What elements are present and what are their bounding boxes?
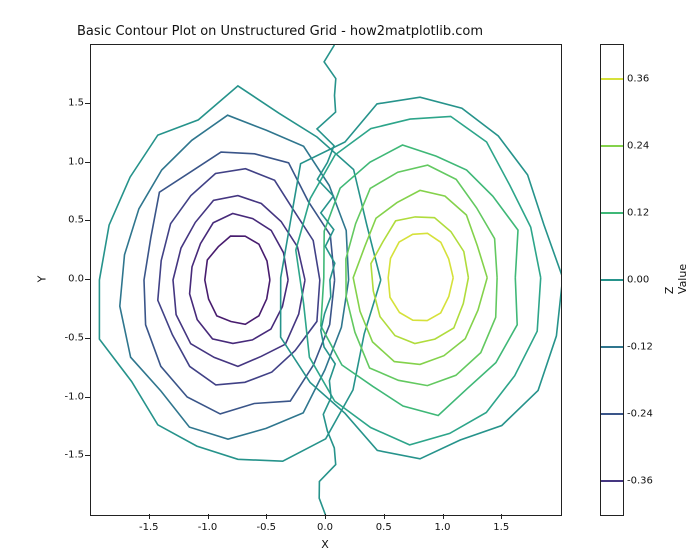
colorbar-level-line [601, 346, 623, 348]
x-tick-mark [443, 514, 444, 519]
contour-svg [91, 45, 561, 515]
contour-line-right [388, 233, 453, 320]
x-tick-mark [384, 514, 385, 519]
colorbar-tick-label: -0.36 [627, 476, 653, 487]
colorbar-tick-label: -0.24 [627, 409, 653, 420]
colorbar-level-line [601, 212, 623, 214]
chart-root: Basic Contour Plot on Unstructured Grid … [0, 0, 700, 560]
y-tick-mark [85, 397, 90, 398]
contour-line-left [205, 236, 270, 324]
contour-line-right [346, 165, 497, 386]
y-tick-mark [85, 338, 90, 339]
y-tick-mark [85, 455, 90, 456]
y-tick-label: -1.5 [48, 450, 84, 461]
colorbar-tick-label: 0.00 [627, 275, 649, 286]
x-tick-mark [149, 514, 150, 519]
contour-line-left [120, 115, 349, 439]
y-tick-mark [85, 279, 90, 280]
colorbar-level-line [601, 279, 623, 281]
y-tick-mark [85, 162, 90, 163]
x-tick-mark [266, 514, 267, 519]
chart-title: Basic Contour Plot on Unstructured Grid … [0, 24, 560, 39]
colorbar-label: Z Value [663, 264, 689, 294]
contour-line-right [296, 116, 541, 445]
x-tick-mark [501, 514, 502, 519]
x-tick-label: 1.0 [435, 522, 451, 533]
colorbar-level-line [601, 413, 623, 415]
colorbar-level-line [601, 78, 623, 80]
x-tick-label: 0.5 [376, 522, 392, 533]
y-axis-label: Y [36, 276, 49, 283]
y-tick-mark [85, 220, 90, 221]
y-tick-label: -0.5 [48, 332, 84, 343]
colorbar-tick-label: 0.24 [627, 140, 649, 151]
colorbar: -0.36-0.24-0.120.000.120.240.36 [600, 44, 624, 516]
contour-line-left [158, 169, 320, 385]
x-tick-label: -1.5 [139, 522, 159, 533]
contour-line-right [371, 217, 469, 344]
plot-area [90, 44, 562, 516]
colorbar-tick-label: -0.12 [627, 342, 653, 353]
x-tick-mark [208, 514, 209, 519]
y-tick-label: 1.0 [48, 156, 84, 167]
colorbar-level-line [601, 480, 623, 482]
contour-line-right [321, 145, 518, 416]
y-tick-label: 0.0 [48, 274, 84, 285]
y-tick-label: -1.0 [48, 391, 84, 402]
y-tick-mark [85, 103, 90, 104]
contour-line-zero [317, 45, 336, 515]
x-tick-label: -1.0 [198, 522, 218, 533]
y-tick-label: 1.5 [48, 97, 84, 108]
x-tick-label: 0.0 [317, 522, 333, 533]
colorbar-level-line [601, 145, 623, 147]
colorbar-tick-label: 0.12 [627, 207, 649, 218]
x-tick-mark [325, 514, 326, 519]
contour-line-left [173, 196, 305, 367]
x-tick-label: -0.5 [256, 522, 276, 533]
y-tick-label: 0.5 [48, 215, 84, 226]
colorbar-tick-label: 0.36 [627, 73, 649, 84]
x-tick-label: 1.5 [493, 522, 509, 533]
x-axis-label: X [321, 538, 329, 551]
